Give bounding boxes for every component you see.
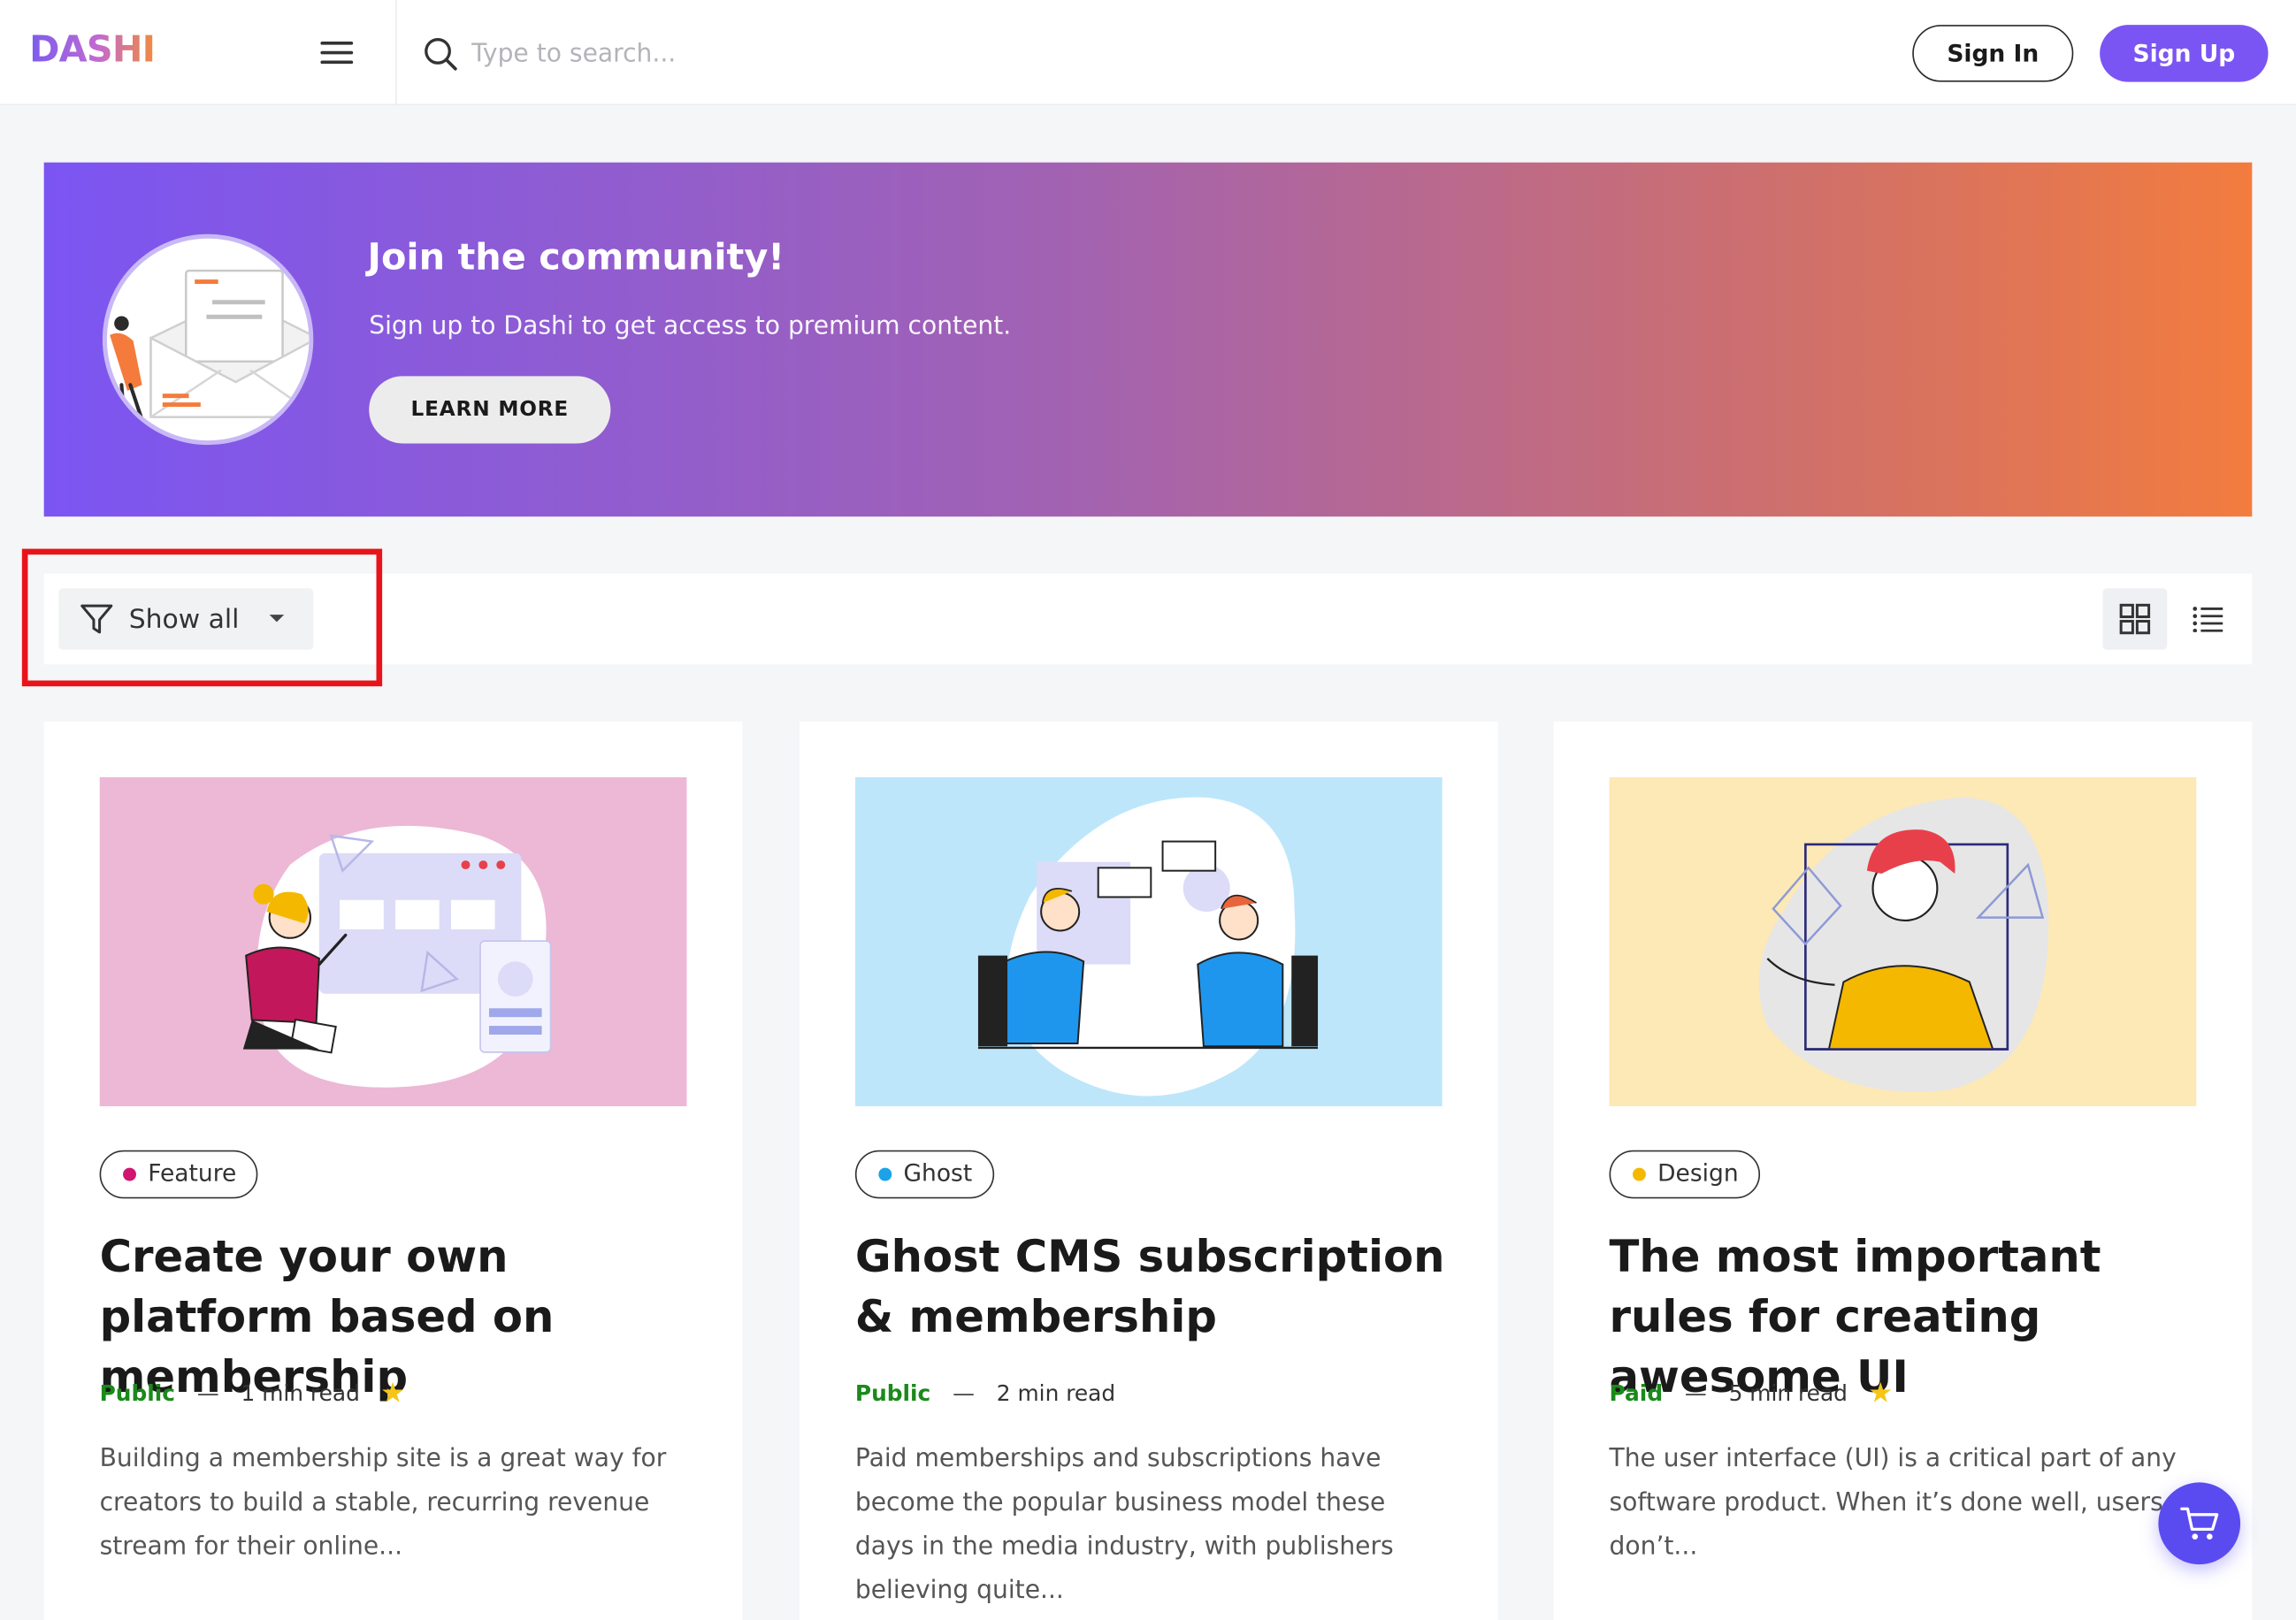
sign-in-button[interactable]: Sign In	[1912, 25, 2074, 82]
logo[interactable]: DASHI	[29, 27, 156, 70]
search-input[interactable]	[471, 29, 1087, 80]
tag-label: Ghost	[903, 1158, 973, 1188]
filter-toolbar: Show all	[43, 573, 2253, 665]
cart-icon	[2180, 1507, 2219, 1540]
grid-view-icon	[2119, 603, 2151, 635]
grid-view-button[interactable]	[2102, 588, 2168, 650]
sign-up-button[interactable]: Sign Up	[2100, 25, 2269, 82]
post-meta: Paid — 5 min read ★	[1609, 1376, 1894, 1409]
meta-separator: —	[196, 1379, 219, 1407]
post-card[interactable]: Design The most important rules for crea…	[1553, 721, 2253, 1620]
tag-badge[interactable]: Ghost	[854, 1150, 995, 1199]
post-excerpt: Building a membership site is a great wa…	[99, 1444, 667, 1562]
cart-button[interactable]	[2158, 1482, 2241, 1565]
post-excerpt: Paid memberships and subscriptions have …	[854, 1444, 1394, 1606]
filter-label: Show all	[128, 604, 240, 636]
read-time: 1 min read	[241, 1379, 360, 1407]
star-icon: ★	[380, 1376, 406, 1409]
filter-dropdown[interactable]: Show all	[58, 588, 314, 650]
community-banner: Join the community! Sign up to Dashi to …	[43, 162, 2253, 517]
list-view-icon	[2193, 607, 2223, 632]
access-label: Paid	[1609, 1379, 1664, 1407]
post-excerpt: The user interface (UI) is a critical pa…	[1609, 1444, 2177, 1562]
tag-dot-1	[123, 1167, 136, 1181]
post-thumbnail[interactable]	[854, 776, 1443, 1107]
envelope-illustration	[102, 233, 314, 446]
caret-down-icon	[269, 615, 285, 623]
learn-more-button[interactable]: LEARN MORE	[369, 376, 611, 444]
post-meta: Public — 1 min read ★	[99, 1376, 406, 1409]
menu-button[interactable]	[310, 32, 364, 73]
search-icon	[425, 38, 457, 71]
post-thumbnail[interactable]	[99, 776, 687, 1107]
top-navbar: DASHI Sign In Sign Up	[0, 0, 2296, 106]
post-card[interactable]: Feature Create your own platform based o…	[43, 721, 743, 1620]
tag-label: Feature	[148, 1158, 237, 1188]
list-view-button[interactable]	[2176, 588, 2240, 650]
banner-title: Join the community!	[367, 235, 785, 279]
banner-subtitle: Sign up to Dashi to get access to premiu…	[369, 311, 1012, 341]
access-label: Public	[99, 1379, 176, 1407]
tag-dot-3	[1633, 1167, 1646, 1181]
read-time: 2 min read	[996, 1379, 1116, 1407]
menu-icon	[320, 41, 354, 65]
filter-icon	[80, 604, 113, 634]
header-divider	[395, 0, 397, 106]
post-title[interactable]: Ghost CMS subscription & membership	[855, 1227, 1456, 1348]
page: DASHI Sign In Sign Up	[0, 0, 2296, 1620]
meta-separator: —	[953, 1379, 975, 1407]
star-icon: ★	[1868, 1376, 1894, 1409]
read-time: 5 min read	[1728, 1379, 1848, 1407]
tag-badge[interactable]: Design	[1609, 1150, 1761, 1199]
post-thumbnail[interactable]	[1609, 776, 2197, 1107]
meta-separator: —	[1684, 1379, 1707, 1407]
access-label: Public	[854, 1379, 931, 1407]
post-card[interactable]: Ghost Ghost CMS subscription & membershi…	[799, 721, 1498, 1620]
tag-label: Design	[1657, 1158, 1739, 1188]
tag-badge[interactable]: Feature	[99, 1150, 259, 1199]
post-meta: Public — 2 min read	[855, 1380, 1115, 1407]
tag-dot-2	[878, 1167, 892, 1181]
